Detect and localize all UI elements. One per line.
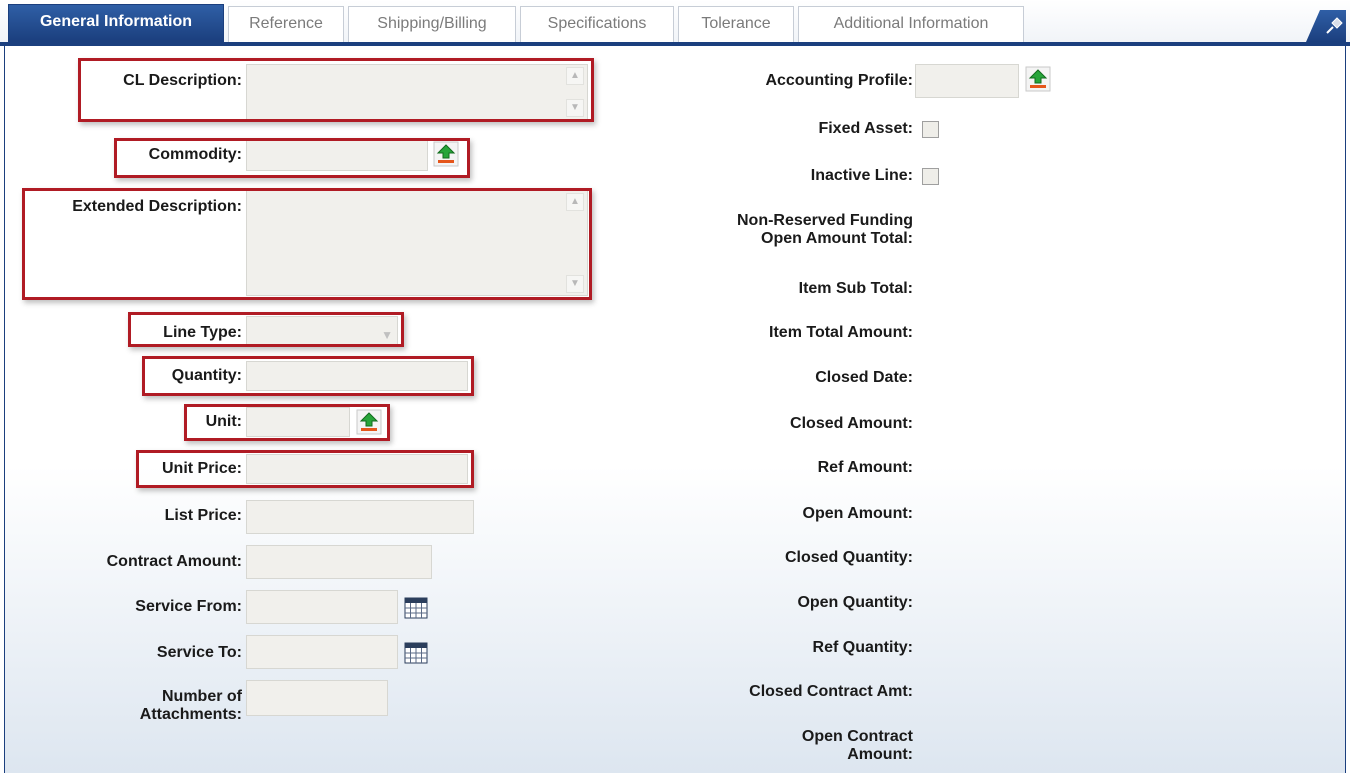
extended-description-scrollbar[interactable]: ▲ ▼ — [565, 193, 585, 293]
number-of-attachments-label: Number of Attachments: — [140, 688, 242, 724]
accounting-profile-input[interactable] — [915, 64, 1019, 98]
cl-description-textarea[interactable]: ▲ ▼ — [246, 64, 588, 120]
calendar-icon — [404, 597, 428, 619]
tab-general-information[interactable]: General Information — [8, 4, 224, 42]
open-contract-amount-label-line1: Open Contract — [801, 728, 913, 745]
inactive-line-checkbox[interactable] — [922, 168, 939, 185]
accounting-profile-lookup-button[interactable] — [1025, 66, 1051, 92]
ref-quantity-label: Ref Quantity: — [812, 639, 913, 656]
unit-price-input[interactable] — [246, 454, 468, 484]
chevron-down-icon: ▼ — [381, 328, 393, 342]
open-contract-amount-label-line2: Amount: — [847, 746, 913, 763]
open-contract-amount-label: Open Contract Amount: — [802, 728, 913, 764]
accounting-profile-label: Accounting Profile: — [765, 72, 913, 89]
list-price-input[interactable] — [246, 500, 474, 534]
closed-quantity-label: Closed Quantity: — [784, 549, 913, 566]
tab-shipping-billing[interactable]: Shipping/Billing — [348, 6, 516, 42]
unit-label: Unit: — [205, 413, 242, 430]
commodity-label: Commodity: — [148, 146, 242, 163]
closed-contract-amt-label: Closed Contract Amt: — [749, 683, 913, 700]
tab-reference[interactable]: Reference — [228, 6, 344, 42]
number-of-attachments-input[interactable] — [246, 680, 388, 716]
pin-button[interactable] — [1306, 10, 1346, 42]
extended-description-label: Extended Description: — [72, 198, 242, 215]
scroll-down-icon[interactable]: ▼ — [566, 275, 584, 293]
pin-icon — [1326, 17, 1343, 34]
service-to-calendar-button[interactable] — [404, 642, 428, 664]
closed-date-label: Closed Date: — [815, 369, 913, 386]
fixed-asset-label: Fixed Asset: — [818, 120, 913, 137]
commodity-input[interactable] — [246, 139, 428, 171]
open-quantity-label: Open Quantity: — [797, 594, 913, 611]
tab-tolerance[interactable]: Tolerance — [678, 6, 794, 42]
contract-amount-input[interactable] — [246, 545, 432, 579]
open-amount-label: Open Amount: — [802, 505, 914, 522]
line-type-select[interactable]: ▼ — [246, 316, 398, 346]
non-reserved-funding-label-line1: Non-Reserved Funding — [736, 212, 913, 229]
inactive-line-label: Inactive Line: — [810, 167, 913, 184]
closed-amount-label: Closed Amount: — [790, 415, 913, 432]
scroll-up-icon[interactable]: ▲ — [566, 67, 584, 85]
cl-description-scrollbar[interactable]: ▲ ▼ — [565, 67, 585, 117]
cl-description-label: CL Description: — [123, 72, 242, 89]
upload-arrow-icon — [433, 141, 459, 167]
contract-amount-label: Contract Amount: — [106, 553, 242, 570]
unit-price-label: Unit Price: — [161, 460, 242, 477]
commodity-lookup-button[interactable] — [433, 141, 459, 167]
quantity-label: Quantity: — [171, 367, 242, 384]
unit-input[interactable] — [246, 407, 350, 437]
calendar-icon — [404, 642, 428, 664]
number-of-attachments-label-line2: Attachments: — [139, 706, 242, 723]
number-of-attachments-label-line1: Number of — [162, 688, 242, 705]
unit-lookup-button[interactable] — [356, 409, 382, 435]
line-type-label: Line Type: — [163, 324, 242, 341]
service-from-label: Service From: — [135, 598, 242, 615]
service-to-input[interactable] — [246, 635, 398, 669]
extended-description-textarea[interactable]: ▲ ▼ — [246, 190, 588, 296]
tab-specifications[interactable]: Specifications — [520, 6, 674, 42]
item-sub-total-label: Item Sub Total: — [798, 280, 913, 297]
list-price-label: List Price: — [164, 507, 242, 524]
line-item-form: General Information Reference Shipping/B… — [0, 0, 1350, 773]
service-to-label: Service To: — [156, 644, 242, 661]
scroll-up-icon[interactable]: ▲ — [566, 193, 584, 211]
item-total-amount-label: Item Total Amount: — [769, 324, 913, 341]
tab-additional-information[interactable]: Additional Information — [798, 6, 1024, 42]
service-from-input[interactable] — [246, 590, 398, 624]
upload-arrow-icon — [1025, 66, 1051, 92]
quantity-input[interactable] — [246, 361, 468, 391]
ref-amount-label: Ref Amount: — [817, 459, 913, 476]
scroll-down-icon[interactable]: ▼ — [566, 99, 584, 117]
non-reserved-funding-label-line2: Open Amount Total: — [761, 230, 913, 247]
upload-arrow-icon — [356, 409, 382, 435]
service-from-calendar-button[interactable] — [404, 597, 428, 619]
tab-bar: General Information Reference Shipping/B… — [0, 0, 1350, 46]
fixed-asset-checkbox[interactable] — [922, 121, 939, 138]
non-reserved-funding-label: Non-Reserved Funding Open Amount Total: — [737, 212, 913, 248]
